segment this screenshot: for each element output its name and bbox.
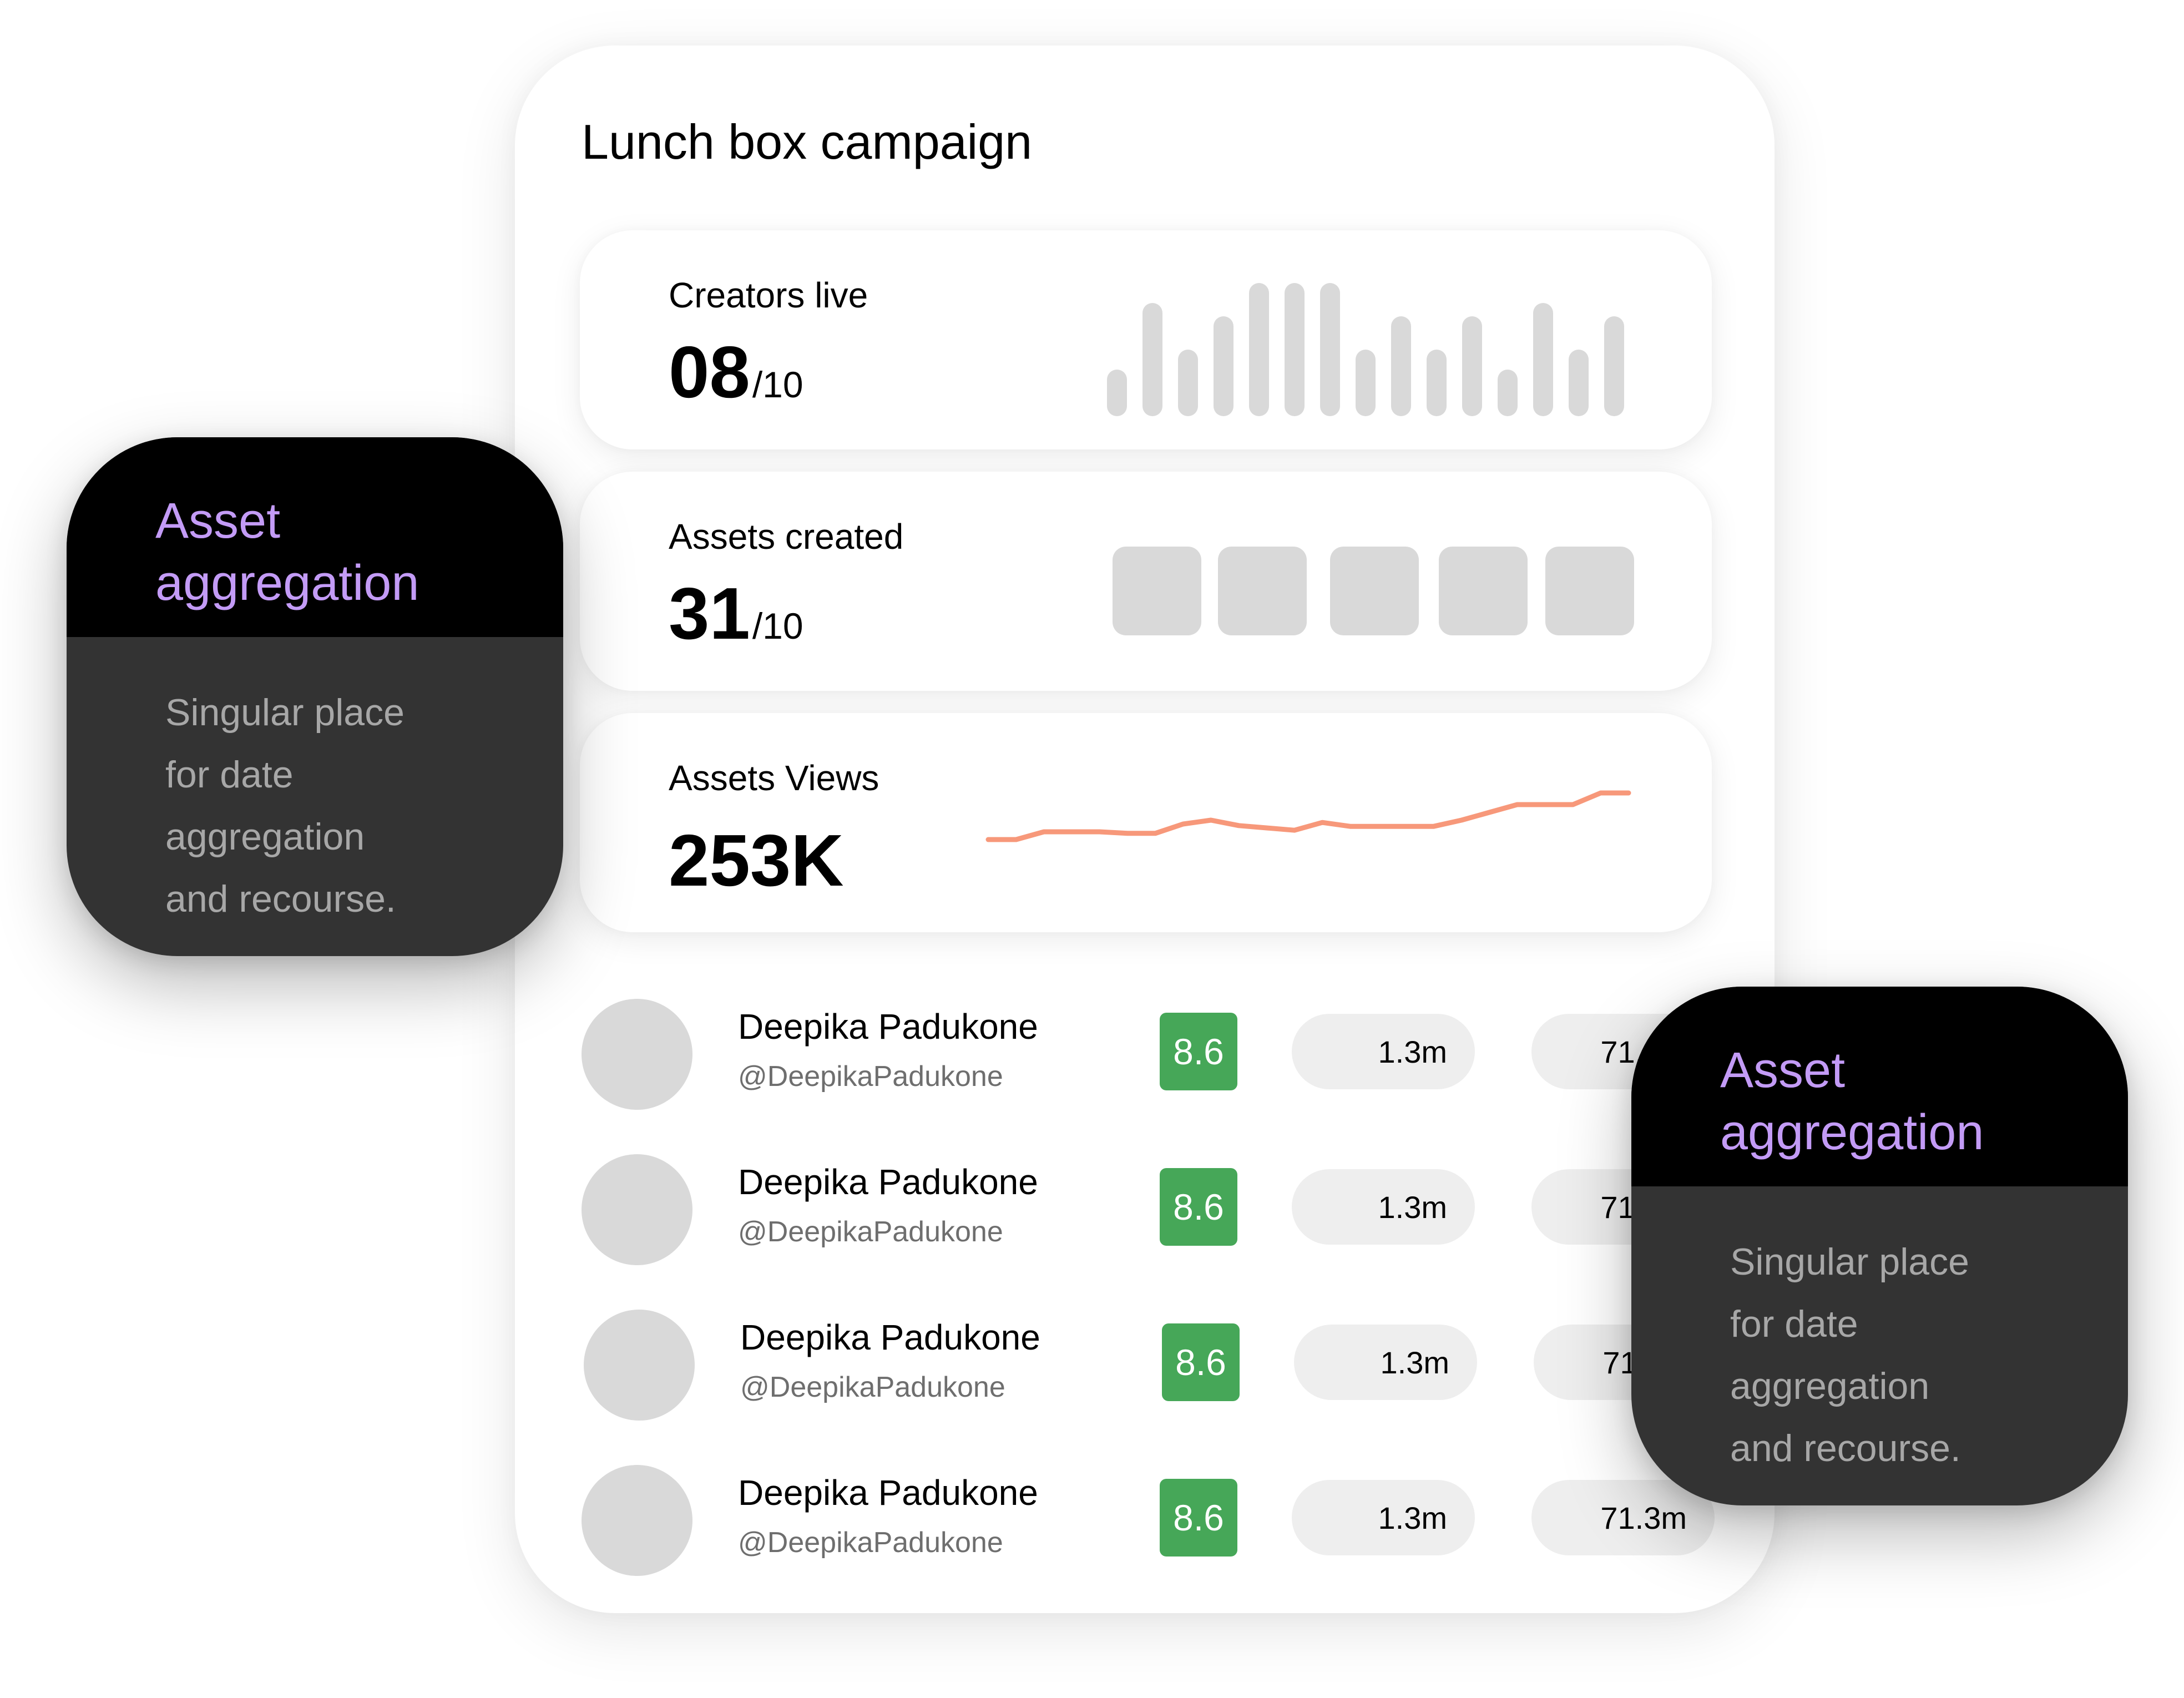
creator-handle: @DeepikaPadukone	[740, 1371, 1005, 1403]
assets-created-value: 31/10	[669, 577, 803, 650]
assets-created-total: /10	[752, 605, 803, 646]
asset-thumbnail	[1439, 547, 1528, 635]
asset-thumbnails	[1113, 547, 1645, 635]
views-pill: 1.3m	[1294, 1325, 1477, 1400]
activity-bar	[1356, 350, 1376, 416]
activity-bar	[1320, 283, 1340, 416]
activity-bar	[1107, 370, 1127, 416]
assets-created-card[interactable]: Assets created 31/10	[580, 472, 1712, 691]
avatar	[584, 1310, 695, 1421]
activity-bar	[1533, 303, 1553, 416]
creator-name: Deepika Padukone	[738, 1473, 1038, 1513]
views-trend-line	[985, 790, 1631, 842]
activity-bar	[1604, 316, 1624, 416]
views-trend-chart	[985, 790, 1631, 842]
callout-header: Asset aggregation	[67, 437, 563, 637]
creators-activity-chart	[1107, 283, 1640, 416]
creators-live-value: 08/10	[669, 336, 803, 409]
creators-live-count: 08	[669, 331, 750, 413]
score-badge: 8.6	[1160, 1013, 1237, 1090]
creator-row[interactable]: Deepika Padukone @DeepikaPadukone 8.6 1.…	[584, 1307, 1717, 1423]
asset-thumbnail	[1330, 547, 1419, 635]
avatar	[582, 1465, 692, 1576]
asset-thumbnail	[1113, 547, 1201, 635]
creator-handle: @DeepikaPadukone	[738, 1216, 1003, 1248]
assets-views-value: 253K	[669, 820, 844, 901]
creator-name: Deepika Padukone	[738, 1007, 1038, 1047]
creator-row[interactable]: Deepika Padukone @DeepikaPadukone 8.6 1.…	[582, 996, 1715, 1113]
callout-header: Asset aggregation	[1631, 987, 2128, 1186]
callout-body: Singular place for date aggregation and …	[165, 691, 405, 920]
activity-bar	[1569, 350, 1589, 416]
assets-created-label: Assets created	[669, 517, 904, 557]
avatar	[582, 1154, 692, 1265]
asset-thumbnail	[1218, 547, 1307, 635]
activity-bar	[1285, 283, 1305, 416]
asset-thumbnail	[1545, 547, 1634, 635]
asset-aggregation-callout-left: Asset aggregation Singular place for dat…	[67, 437, 563, 956]
creator-handle: @DeepikaPadukone	[738, 1527, 1003, 1559]
callout-body: Singular place for date aggregation and …	[1730, 1241, 1969, 1469]
activity-bar	[1391, 316, 1411, 416]
total-views-pill: 71.3m	[1531, 1480, 1715, 1555]
creator-row[interactable]: Deepika Padukone @DeepikaPadukone 8.6 1.…	[582, 1462, 1715, 1579]
creators-live-total: /10	[752, 364, 803, 405]
activity-bar	[1427, 350, 1447, 416]
creators-live-card[interactable]: Creators live 08/10	[580, 230, 1712, 449]
creator-name: Deepika Padukone	[738, 1162, 1038, 1202]
activity-bar	[1498, 370, 1518, 416]
creator-name: Deepika Padukone	[740, 1317, 1040, 1357]
activity-bar	[1178, 350, 1198, 416]
callout-title: Asset aggregation	[155, 493, 419, 611]
score-badge: 8.6	[1160, 1479, 1237, 1556]
page-title: Lunch box campaign	[582, 114, 1033, 169]
creators-live-label: Creators live	[669, 275, 868, 315]
views-pill: 1.3m	[1292, 1169, 1475, 1245]
assets-views-card[interactable]: Assets Views 253K	[580, 713, 1712, 932]
assets-views-label: Assets Views	[669, 758, 879, 798]
views-pill: 1.3m	[1292, 1014, 1475, 1089]
activity-bar	[1142, 303, 1162, 416]
activity-bar	[1249, 283, 1269, 416]
activity-bar	[1214, 316, 1233, 416]
creator-handle: @DeepikaPadukone	[738, 1060, 1003, 1093]
score-badge: 8.6	[1162, 1323, 1240, 1401]
score-badge: 8.6	[1160, 1168, 1237, 1246]
creator-row[interactable]: Deepika Padukone @DeepikaPadukone 8.6 1.…	[582, 1151, 1715, 1268]
assets-created-count: 31	[669, 573, 750, 654]
callout-title: Asset aggregation	[1720, 1043, 1984, 1160]
activity-bar	[1462, 316, 1482, 416]
views-pill: 1.3m	[1292, 1480, 1475, 1555]
asset-aggregation-callout-right: Asset aggregation Singular place for dat…	[1631, 987, 2128, 1505]
avatar	[582, 999, 692, 1110]
